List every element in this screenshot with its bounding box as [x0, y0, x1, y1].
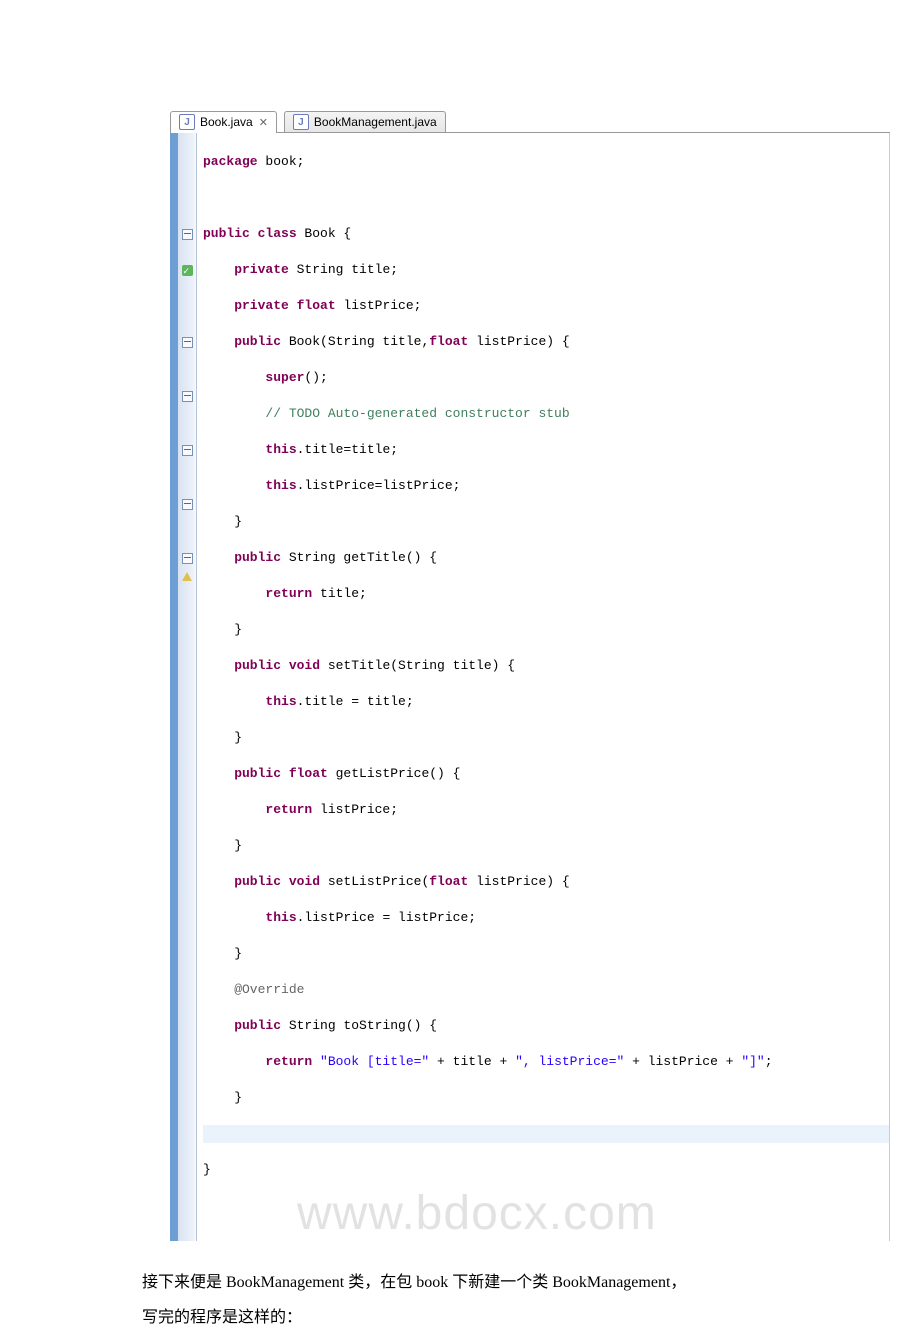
- fold-toggle-icon[interactable]: [182, 445, 193, 456]
- code-editor: package book; public class Book { privat…: [170, 133, 890, 1241]
- tab-book-java[interactable]: J Book.java ✕: [170, 111, 277, 132]
- paragraph: 写完的程序是这样的：: [142, 1300, 842, 1335]
- watermark: www.bdocx.com: [297, 1205, 657, 1223]
- fold-toggle-icon[interactable]: [182, 229, 193, 240]
- code-content[interactable]: package book; public class Book { privat…: [197, 133, 889, 1241]
- editor-tab-bar: J Book.java ✕ J BookManagement.java: [170, 110, 890, 133]
- java-file-icon: J: [293, 114, 309, 130]
- eclipse-editor-screenshot: J Book.java ✕ J BookManagement.java pack…: [170, 110, 890, 1241]
- fold-toggle-icon[interactable]: [182, 553, 193, 564]
- fold-toggle-icon[interactable]: [182, 391, 193, 402]
- tab-label: Book.java: [200, 115, 253, 129]
- fold-toggle-icon[interactable]: [182, 337, 193, 348]
- tab-label: BookManagement.java: [314, 115, 437, 129]
- fold-toggle-icon[interactable]: [182, 499, 193, 510]
- document-body-text: 接下来便是 BookManagement 类，在包 book 下新建一个类 Bo…: [142, 1265, 842, 1335]
- warning-icon[interactable]: [182, 572, 192, 581]
- quick-fix-icon[interactable]: [182, 265, 193, 276]
- paragraph: 接下来便是 BookManagement 类，在包 book 下新建一个类 Bo…: [142, 1265, 842, 1300]
- gutter: [178, 133, 197, 1241]
- tab-bookmanagement-java[interactable]: J BookManagement.java: [284, 111, 446, 132]
- overview-ruler: [170, 133, 178, 1241]
- java-file-icon: J: [179, 114, 195, 130]
- close-icon[interactable]: ✕: [259, 116, 268, 129]
